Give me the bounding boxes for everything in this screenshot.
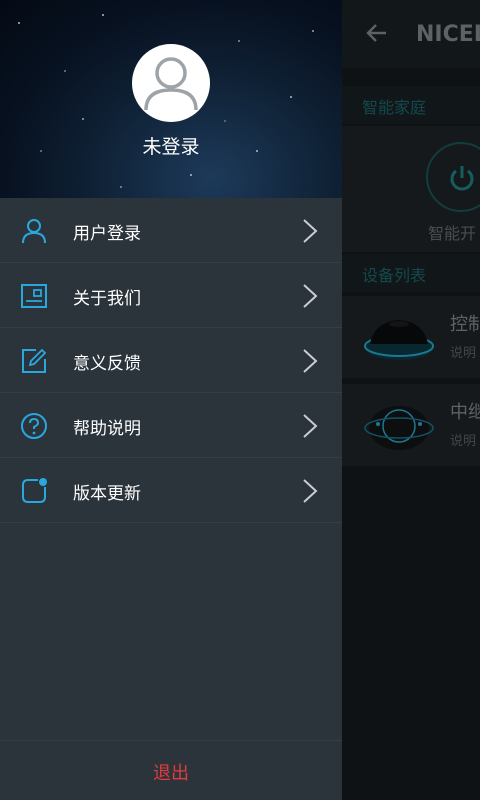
help-question-icon bbox=[21, 413, 47, 439]
menu-item-version-update[interactable]: 版本更新 bbox=[0, 458, 342, 523]
menu-item-help[interactable]: 帮助说明 bbox=[0, 393, 342, 458]
user-avatar-icon bbox=[144, 57, 198, 111]
menu-item-label: 帮助说明 bbox=[73, 419, 141, 439]
menu-item-label: 用户登录 bbox=[73, 224, 141, 244]
update-dot-icon bbox=[22, 478, 47, 503]
drawer-scrim[interactable] bbox=[342, 0, 480, 800]
avatar[interactable] bbox=[132, 44, 210, 122]
chevron-right-icon bbox=[303, 414, 318, 438]
logout-button[interactable]: 退出 bbox=[0, 759, 342, 785]
logout-area: 退出 bbox=[0, 740, 342, 800]
navigation-drawer: 未登录 用户登录 关于我们 意义反馈 帮助说明 版本更新 退出 bbox=[0, 0, 342, 800]
about-card-icon bbox=[21, 284, 47, 308]
login-status[interactable]: 未登录 bbox=[0, 132, 342, 159]
user-icon bbox=[22, 219, 46, 244]
chevron-right-icon bbox=[303, 284, 318, 308]
menu-item-label: 意义反馈 bbox=[73, 354, 141, 374]
edit-feedback-icon bbox=[22, 348, 47, 373]
drawer-header: 未登录 bbox=[0, 0, 342, 198]
menu-item-label: 版本更新 bbox=[73, 484, 141, 504]
menu-item-about-us[interactable]: 关于我们 bbox=[0, 263, 342, 328]
menu-item-user-login[interactable]: 用户登录 bbox=[0, 198, 342, 263]
screen: NICEL 智能家庭 智能开 设备列表 控制 说明 bbox=[0, 0, 480, 800]
chevron-right-icon bbox=[303, 479, 318, 503]
drawer-menu: 用户登录 关于我们 意义反馈 帮助说明 版本更新 bbox=[0, 198, 342, 523]
chevron-right-icon bbox=[303, 349, 318, 373]
menu-item-feedback[interactable]: 意义反馈 bbox=[0, 328, 342, 393]
chevron-right-icon bbox=[303, 219, 318, 243]
menu-item-label: 关于我们 bbox=[73, 289, 141, 309]
